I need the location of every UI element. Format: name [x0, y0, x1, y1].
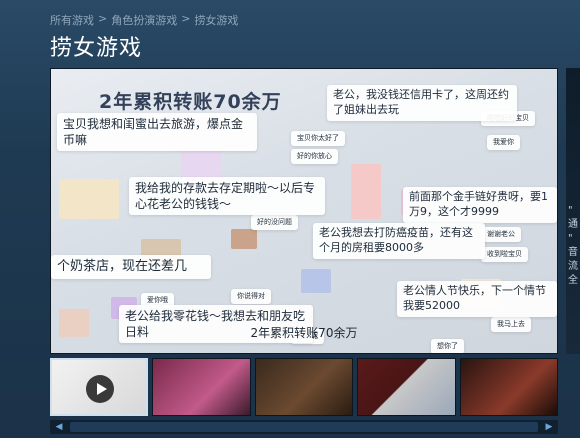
arrow-right-icon[interactable]: ▶ — [540, 420, 558, 434]
thumbnail-scrollbar[interactable]: ◀ ▶ — [50, 420, 558, 434]
chat-reply: 想你了 — [431, 339, 464, 353]
side-peek-text: " — [568, 205, 573, 216]
breadcrumb-current-game[interactable]: 捞女游戏 — [194, 12, 238, 28]
chat-reply: 好的没问题 — [251, 215, 298, 231]
breadcrumb-rpg[interactable]: 角色扮演游戏 — [111, 12, 177, 28]
chat-reply: 你说得对 — [231, 289, 271, 305]
thumbnail-screenshot[interactable] — [357, 358, 456, 416]
collage-tile — [301, 269, 331, 293]
breadcrumb: 所有游戏 > 角色扮演游戏 > 捞女游戏 — [50, 12, 238, 28]
thumbnail-screenshot[interactable] — [459, 358, 558, 416]
media-headline: 2年累积转账70余万 — [99, 91, 282, 113]
chat-reply: 收到啦宝贝 — [481, 247, 528, 263]
chat-message: 老公，我没钱还信用卡了，这周还约了姐妹出去玩 — [327, 85, 517, 121]
scrollbar-thumb[interactable] — [70, 422, 538, 432]
chat-message: 宝贝我想和闺蜜出去旅游，爆点金币嘛 — [57, 113, 257, 152]
chat-message: 前面那个金手链好贵呀，要1万9，这个才9999 — [403, 187, 557, 223]
chat-message: 老公我想去打防癌疫苗，还有这个月的房租要8000多 — [313, 223, 485, 259]
side-peek-text: 音 — [568, 247, 578, 258]
chat-reply: 好的你放心 — [291, 149, 338, 165]
collage-tile — [351, 164, 381, 219]
arrow-left-icon[interactable]: ◀ — [50, 420, 68, 434]
thumbnail-video[interactable] — [50, 358, 149, 416]
thumbnail-screenshot[interactable] — [152, 358, 251, 416]
side-panel-peek: " 通 " 音 流 全 — [566, 68, 580, 354]
side-peek-text: 通 — [568, 219, 578, 230]
breadcrumb-separator: > — [181, 12, 191, 25]
play-icon[interactable] — [86, 375, 114, 403]
chat-reply: 宝贝你太好了 — [291, 131, 345, 147]
breadcrumb-all-games[interactable]: 所有游戏 — [50, 12, 94, 28]
side-peek-text: 流 — [568, 261, 578, 272]
chat-message: 老公情人节快乐，下一个情节我要52000 — [397, 281, 557, 317]
chat-reply: 谢谢老公 — [481, 227, 521, 243]
thumbnail-strip — [50, 358, 558, 416]
chat-message: 个奶茶店，现在还差几 — [51, 255, 211, 279]
main-media-viewer[interactable]: 2年累积转账70余万 宝贝你太好了 好的你放心 嗯嗯好的宝贝 我爱你 谢谢老公 … — [50, 68, 558, 354]
collage-tile — [231, 229, 257, 249]
page-title: 捞女游戏 — [50, 36, 143, 61]
breadcrumb-separator: > — [98, 12, 108, 25]
side-peek-text: " — [568, 233, 573, 244]
chat-message: 我给我的存款去存定期啦～以后专心花老公的钱钱～ — [129, 177, 325, 216]
chat-reply: 我爱你 — [487, 135, 520, 151]
thumbnail-screenshot[interactable] — [254, 358, 354, 416]
media-caption: 2年累积转账70余万 — [250, 326, 358, 340]
side-peek-text: 全 — [568, 275, 578, 286]
collage-tile — [59, 179, 119, 219]
